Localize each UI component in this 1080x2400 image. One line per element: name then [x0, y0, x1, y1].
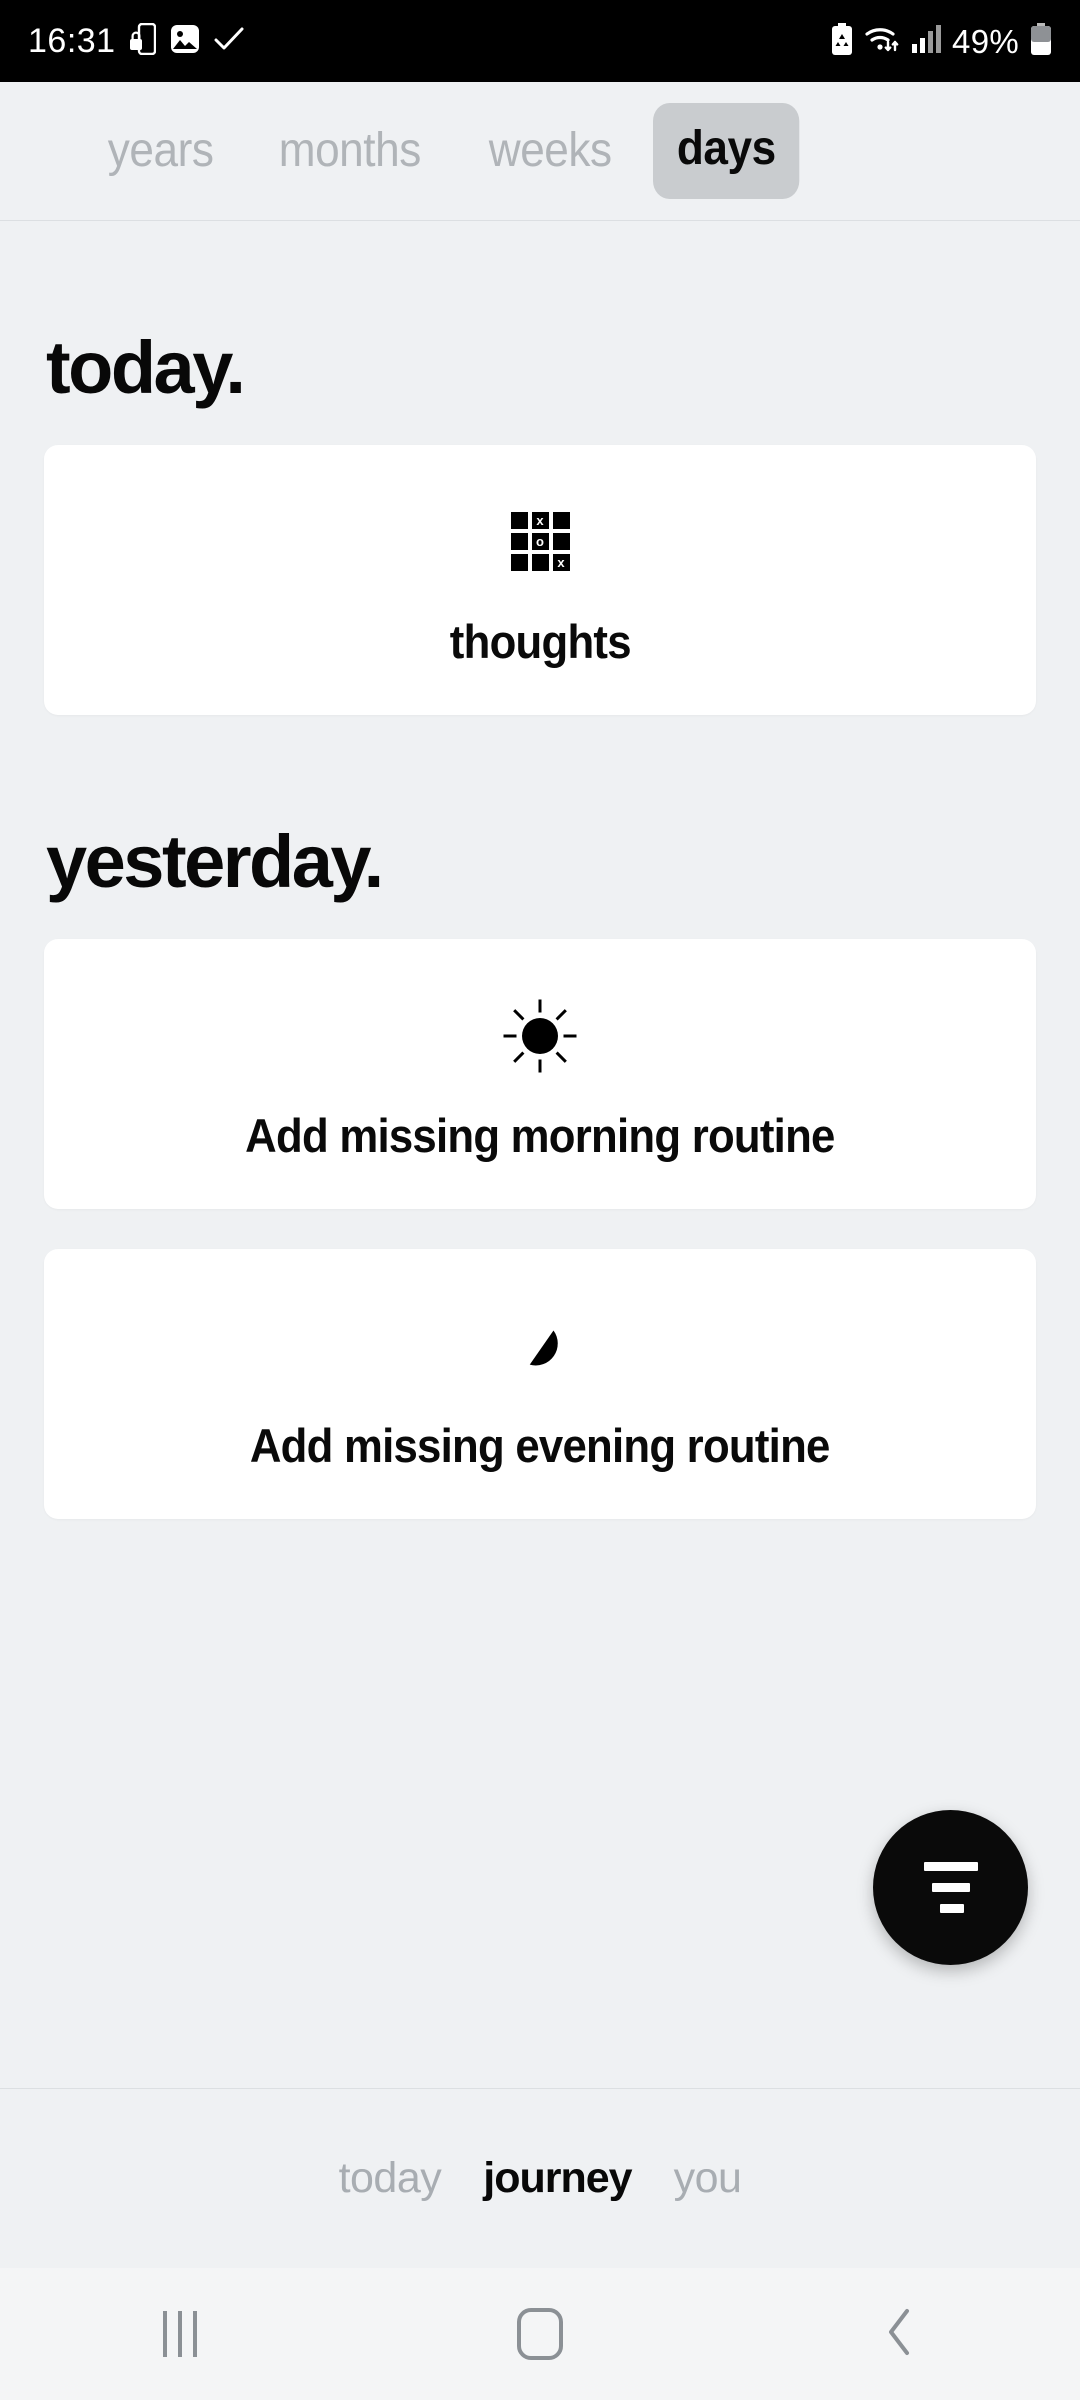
check-icon — [214, 26, 244, 57]
journey-content: today. x o x thoughts yesterday. Add mis… — [0, 221, 1080, 2088]
status-bar-left: 16:31 — [28, 22, 244, 60]
status-time: 16:31 — [28, 22, 116, 60]
battery-percent-label: 49% — [952, 22, 1019, 60]
back-icon — [883, 2307, 917, 2362]
tab-weeks[interactable]: weeks — [463, 127, 637, 175]
app-screen: 16:31 49% years months weeks days today.… — [0, 0, 1080, 2400]
back-button[interactable] — [800, 2268, 1000, 2400]
home-icon — [517, 2308, 563, 2360]
nav-item-journey[interactable]: journey — [483, 2157, 632, 2200]
filter-fab-button[interactable] — [873, 1810, 1028, 1965]
nav-item-today[interactable]: today — [339, 2157, 442, 2200]
ttt-cell: x — [531, 512, 549, 529]
tab-days[interactable]: days — [652, 103, 800, 199]
recents-icon — [163, 2311, 197, 2357]
card-evening-routine[interactable]: Add missing evening routine — [44, 1249, 1036, 1519]
card-label: thoughts — [449, 614, 632, 668]
tic-tac-toe-icon: x o x — [510, 496, 570, 588]
period-tab-bar: years months weeks days — [0, 82, 1080, 221]
bottom-navigation: today journey you — [0, 2088, 1080, 2268]
ttt-cell — [531, 554, 549, 571]
ttt-cell: o — [531, 533, 549, 550]
ttt-cell — [510, 554, 528, 571]
wifi-icon — [864, 24, 900, 59]
image-icon — [170, 24, 200, 59]
battery-recycle-icon — [831, 22, 853, 60]
status-bar: 16:31 49% — [0, 0, 1080, 82]
home-button[interactable] — [440, 2268, 640, 2400]
tab-years[interactable]: years — [82, 127, 239, 175]
ttt-cell — [552, 533, 570, 550]
filter-icon — [923, 1862, 978, 1913]
ttt-cell — [552, 512, 570, 529]
battery-icon — [1030, 22, 1052, 60]
ttt-cell — [510, 533, 528, 550]
card-label: Add missing morning routine — [245, 1108, 835, 1162]
card-thoughts[interactable]: x o x thoughts — [44, 445, 1036, 715]
system-navigation-bar — [0, 2268, 1080, 2400]
ttt-cell — [510, 512, 528, 529]
recents-button[interactable] — [80, 2268, 280, 2400]
section-heading-yesterday: yesterday. — [46, 820, 384, 903]
section-heading-today: today. — [46, 326, 246, 409]
phone-lock-icon — [129, 22, 156, 60]
tab-months[interactable]: months — [253, 127, 447, 175]
signal-icon — [911, 24, 942, 59]
sun-icon — [503, 990, 577, 1082]
card-label: Add missing evening routine — [250, 1418, 831, 1472]
moon-icon — [514, 1300, 566, 1392]
nav-item-you[interactable]: you — [674, 2157, 742, 2200]
card-morning-routine[interactable]: Add missing morning routine — [44, 939, 1036, 1209]
status-bar-right: 49% — [831, 22, 1052, 60]
ttt-cell: x — [552, 554, 570, 571]
